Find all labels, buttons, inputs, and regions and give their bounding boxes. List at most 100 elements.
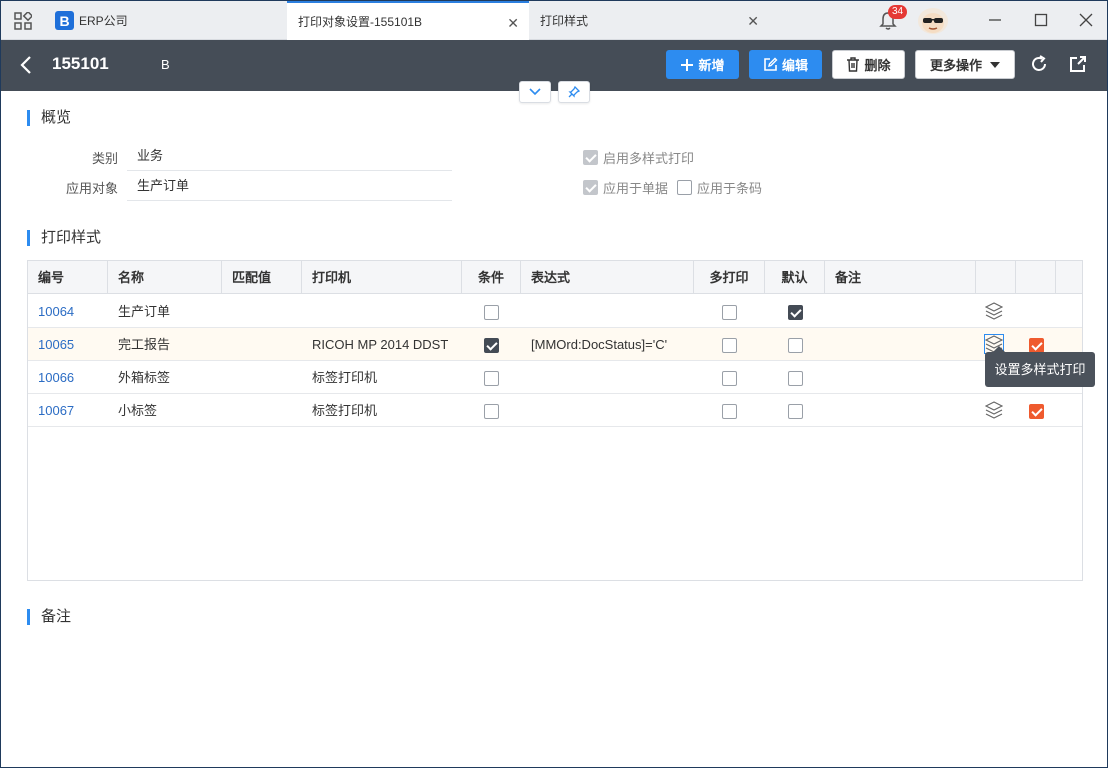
row-id-link[interactable]: 10065 (28, 328, 108, 361)
condition-checkbox[interactable] (484, 305, 499, 321)
refresh-icon[interactable] (1029, 54, 1049, 74)
minimize-icon[interactable] (987, 12, 1003, 28)
column-header-condition[interactable]: 条件 (462, 261, 521, 294)
close-tab-icon[interactable]: ✕ (507, 15, 519, 32)
table-header: 编号 名称 匹配值 打印机 条件 表达式 多打印 默认 备注 (28, 261, 1082, 294)
row-printer (302, 295, 462, 328)
row-match (222, 295, 302, 328)
add-button[interactable]: 新增 (666, 50, 739, 79)
default-checkbox[interactable] (787, 404, 803, 420)
enable-multi-style-label: 启用多样式打印 (603, 151, 695, 166)
row-expression (521, 295, 694, 328)
condition-checkbox[interactable] (484, 338, 499, 354)
default-checkbox[interactable] (787, 305, 803, 321)
collapse-header-button[interactable] (519, 81, 551, 103)
row-name: 完工报告 (118, 337, 171, 352)
column-header-multi-print[interactable]: 多打印 (694, 261, 765, 294)
app-name: ERP公司 (79, 14, 128, 28)
table-row[interactable]: 10066 外箱标签 标签打印机 (28, 361, 1082, 394)
column-header-match[interactable]: 匹配值 (222, 261, 302, 294)
notes-section-title: 备注 (27, 609, 71, 625)
row-expression: [MMOrd:DocStatus]='C' (531, 337, 668, 352)
tab-label: 打印对象设置-155101B (298, 15, 423, 29)
delete-button-label: 删除 (864, 58, 891, 73)
column-header-default[interactable]: 默认 (765, 261, 825, 294)
add-button-label: 新增 (698, 58, 725, 73)
row-id-link[interactable]: 10064 (28, 295, 108, 328)
row-expression (521, 394, 694, 427)
column-header-id[interactable]: 编号 (28, 261, 108, 294)
row-condition-cell (462, 394, 521, 427)
row-id-link[interactable]: 10066 (28, 361, 108, 394)
delete-button[interactable]: 删除 (832, 50, 905, 79)
apply-to-barcode-checkbox[interactable] (677, 180, 692, 195)
layers-icon[interactable] (985, 401, 1003, 419)
more-actions-button[interactable]: 更多操作 (915, 50, 1015, 79)
close-window-icon[interactable] (1078, 12, 1094, 28)
tab-label: 打印样式 (540, 14, 589, 28)
chevron-down-icon (529, 88, 541, 96)
multi-print-checkbox[interactable] (722, 371, 737, 387)
row-default-cell (765, 394, 825, 427)
condition-checkbox[interactable] (484, 404, 499, 420)
document-header: 155101 B 新增 编辑 删除 更多操作 (1, 40, 1107, 91)
active-checkbox[interactable] (1028, 404, 1044, 420)
enable-multi-style-option[interactable]: 启用多样式打印 (583, 148, 694, 167)
column-header-active (1016, 261, 1056, 294)
notification-badge: 34 (888, 5, 908, 19)
row-note (825, 328, 976, 361)
edit-button-label: 编辑 (781, 58, 808, 73)
row-default-cell (765, 361, 825, 394)
row-multi-print-cell (694, 394, 765, 427)
column-header-expression[interactable]: 表达式 (521, 261, 694, 294)
back-arrow-icon[interactable] (19, 55, 33, 75)
apply-to-barcode-option[interactable]: 应用于条码 (677, 178, 762, 197)
open-external-icon[interactable] (1068, 54, 1088, 74)
avatar[interactable] (918, 8, 948, 34)
enable-multi-style-checkbox[interactable] (583, 150, 598, 165)
row-name: 小标签 (118, 403, 158, 418)
column-header-name[interactable]: 名称 (108, 261, 222, 294)
app-home-tab[interactable]: B ERP公司 (51, 1, 128, 40)
column-header-printer[interactable]: 打印机 (302, 261, 462, 294)
avatar-face-icon (922, 13, 944, 33)
apps-grid-icon[interactable] (14, 12, 32, 30)
condition-checkbox[interactable] (484, 371, 499, 387)
column-header-layers (976, 261, 1016, 294)
row-multi-print-cell (694, 328, 765, 361)
apply-to-document-label: 应用于单据 (603, 181, 669, 196)
tab-print-styles[interactable]: 打印样式 ✕ (529, 1, 769, 40)
table-row[interactable]: 10065 完工报告 RICOH MP 2014 DDST [MMOrd:Doc… (28, 328, 1082, 361)
edit-icon (764, 57, 778, 71)
apply-to-document-option[interactable]: 应用于单据 (583, 178, 668, 197)
row-multi-print-cell (694, 295, 765, 328)
row-condition-cell (462, 328, 521, 361)
edit-button[interactable]: 编辑 (749, 50, 822, 79)
default-checkbox[interactable] (787, 371, 803, 387)
tab-print-object-settings[interactable]: 打印对象设置-155101B ✕ (287, 1, 529, 40)
app-logo: B (55, 11, 74, 30)
multi-print-checkbox[interactable] (722, 404, 737, 420)
row-match (222, 394, 302, 427)
apply-to-document-checkbox[interactable] (583, 180, 598, 195)
document-suffix: B (161, 57, 170, 72)
row-expression (521, 361, 694, 394)
table-row[interactable]: 10064 生产订单 (28, 295, 1082, 328)
row-id-link[interactable]: 10067 (28, 394, 108, 427)
close-tab-icon[interactable]: ✕ (747, 13, 759, 30)
table-row[interactable]: 10067 小标签 标签打印机 (28, 394, 1082, 427)
row-active-cell (1016, 394, 1056, 427)
maximize-icon[interactable] (1033, 12, 1049, 28)
multi-print-checkbox[interactable] (722, 338, 737, 354)
category-label: 类别 (91, 151, 118, 166)
multi-print-checkbox[interactable] (722, 305, 737, 321)
row-match (222, 328, 302, 361)
default-checkbox[interactable] (787, 338, 803, 354)
column-header-note[interactable]: 备注 (825, 261, 976, 294)
target-object-value: 生产订单 (127, 171, 452, 201)
category-value: 业务 (127, 141, 452, 171)
pin-icon (568, 86, 580, 98)
layers-icon[interactable] (985, 302, 1003, 320)
pin-header-button[interactable] (558, 81, 590, 103)
active-checkbox[interactable] (1028, 338, 1044, 354)
